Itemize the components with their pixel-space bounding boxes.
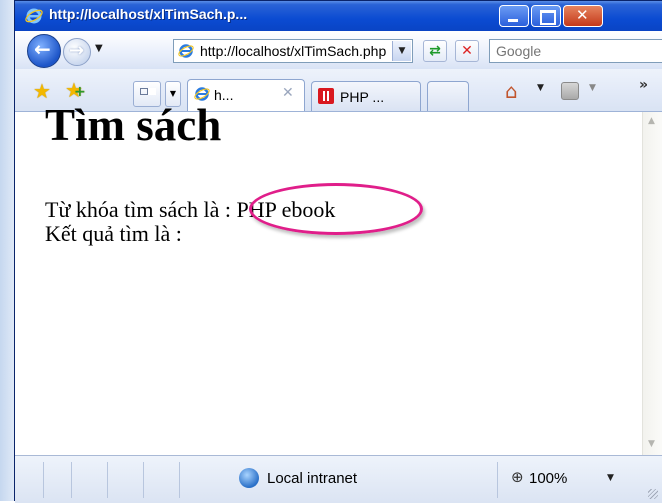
window-title: http://localhost/xlTimSach.p... — [49, 6, 248, 22]
zoom-dropdown-icon[interactable]: ▼ — [607, 473, 614, 483]
status-divider — [71, 462, 72, 498]
page-icon — [178, 44, 194, 58]
refresh-icon: ⇄ — [429, 43, 441, 59]
ie-logo-icon — [25, 8, 43, 24]
recent-pages-dropdown-icon[interactable]: ▼ — [95, 43, 103, 54]
php-icon — [318, 88, 334, 104]
status-divider — [179, 462, 180, 498]
stop-icon: ✕ — [461, 43, 473, 59]
search-box[interactable] — [489, 39, 662, 63]
tab-php[interactable]: PHP ... — [311, 81, 421, 111]
address-bar[interactable]: http://localhost/xlTimSach.php ▼ — [173, 39, 413, 63]
feeds-dropdown-icon[interactable]: ▼ — [589, 83, 596, 93]
browser-window: http://localhost/xlTimSach.p... ← → ▼ ht… — [14, 0, 662, 503]
refresh-button[interactable]: ⇄ — [423, 40, 447, 62]
security-zone[interactable]: Local intranet — [267, 470, 357, 487]
forward-arrow-icon: → — [69, 40, 85, 61]
home-icon[interactable]: ⌂ — [505, 79, 518, 103]
tab-close-icon[interactable]: ✕ — [282, 85, 294, 101]
page-content — [15, 112, 642, 455]
home-dropdown-icon[interactable]: ▼ — [537, 83, 544, 93]
title-bar[interactable]: http://localhost/xlTimSach.p... — [15, 1, 662, 31]
backdrop-strip — [0, 0, 14, 501]
maximize-button[interactable] — [531, 5, 561, 27]
search-input[interactable] — [490, 40, 662, 62]
close-button[interactable] — [563, 5, 603, 27]
status-divider — [143, 462, 144, 498]
minimize-button[interactable] — [499, 5, 529, 27]
tab-label: PHP ... — [340, 89, 385, 105]
resize-grip-icon[interactable] — [648, 489, 658, 499]
vertical-scrollbar[interactable]: ▲ ▼ — [642, 112, 662, 455]
status-divider — [43, 462, 44, 498]
address-dropdown-icon[interactable]: ▼ — [392, 41, 411, 61]
zoom-level[interactable]: 100% — [529, 470, 567, 487]
new-tab-button[interactable] — [427, 81, 469, 111]
back-arrow-icon: ← — [34, 37, 51, 61]
status-divider — [497, 462, 498, 498]
forward-button[interactable]: → — [63, 38, 91, 66]
feeds-icon[interactable] — [561, 82, 579, 100]
result-line: Kết quả tìm là : — [45, 221, 182, 246]
navigation-bar: ← → ▼ http://localhost/xlTimSach.php ▼ ⇄… — [15, 31, 662, 69]
status-bar: Local intranet ⊕ 100% ▼ — [15, 455, 662, 503]
scroll-down-icon[interactable]: ▼ — [648, 439, 655, 449]
page-heading: Tìm sách — [45, 100, 222, 150]
highlight-annotation — [249, 183, 423, 235]
globe-icon — [239, 468, 259, 488]
status-divider — [107, 462, 108, 498]
stop-button[interactable]: ✕ — [455, 40, 479, 62]
address-text[interactable]: http://localhost/xlTimSach.php — [200, 43, 390, 59]
zoom-icon[interactable]: ⊕ — [511, 468, 524, 486]
more-tools-chevron-icon[interactable]: » — [639, 77, 648, 93]
scroll-up-icon[interactable]: ▲ — [648, 116, 655, 126]
back-button[interactable]: ← — [27, 34, 61, 68]
